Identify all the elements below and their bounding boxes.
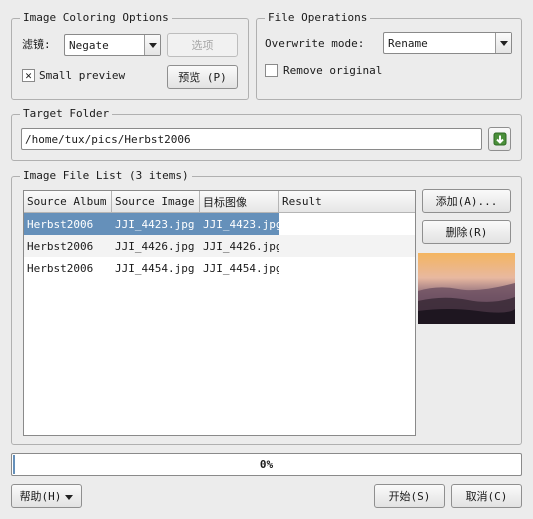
start-button[interactable]: 开始(S) [374,484,445,508]
overwrite-mode-label: Overwrite mode: [265,37,365,50]
add-images-button[interactable]: 添加(A)... [422,189,511,213]
image-file-table[interactable]: Source Album Source Image 目标图像 Result He… [23,190,416,436]
file-operations-title: File Operations [265,11,371,25]
preview-button[interactable]: 预览 (P) [167,65,238,89]
cell-source-album: Herbst2006 [27,217,94,231]
help-button[interactable]: 帮助(H) [11,484,82,508]
cell-result [279,257,415,279]
filter-select-value: Negate [69,38,109,52]
remove-images-button[interactable]: 删除(R) [422,220,511,244]
file-operations-group: File Operations [256,11,522,100]
folder-add-icon [493,132,506,146]
overwrite-mode-select[interactable]: Rename [383,32,512,54]
column-header-source-image[interactable]: Source Image [112,191,200,212]
progress-bar: 0% [11,453,522,476]
small-preview-label[interactable]: Small preview [39,69,125,83]
table-row[interactable]: Herbst2006 JJI_4423.jpg JJI_4423.jpg [24,213,415,235]
filter-label: 滤镜: [22,38,51,51]
cell-source-album: Herbst2006 [27,261,94,275]
help-button-label: 帮助(H) [19,490,62,503]
column-header-result[interactable]: Result [279,191,415,212]
cell-source-image: JJI_4423.jpg [115,217,195,231]
cell-result [279,213,415,235]
target-folder-path-input[interactable]: /home/tux/pics/Herbst2006 [21,128,482,150]
image-file-list-title: Image File List (3 items) [20,169,192,183]
image-thumbnail [418,253,515,324]
check-mark-icon: ✕ [25,69,32,82]
small-preview-checkbox[interactable]: ✕ [22,69,35,82]
table-header: Source Album Source Image 目标图像 Result [24,191,415,213]
landscape-thumbnail-image [418,253,515,324]
table-row[interactable]: Herbst2006 JJI_4426.jpg JJI_4426.jpg [24,235,415,257]
cell-source-image: JJI_4426.jpg [115,239,195,253]
cell-source-image: JJI_4454.jpg [115,261,195,275]
filter-select[interactable]: Negate [64,34,161,56]
chevron-down-icon [495,33,511,53]
cell-source-album: Herbst2006 [27,239,94,253]
browse-folder-button[interactable] [488,127,511,151]
cell-target-image: JJI_4454.jpg [203,261,279,275]
column-header-target-image[interactable]: 目标图像 [200,191,279,212]
chevron-down-icon [144,35,160,55]
image-coloring-options-title: Image Coloring Options [20,11,172,25]
overwrite-mode-value: Rename [388,36,428,50]
chevron-down-icon [65,490,74,503]
target-folder-title: Target Folder [20,107,113,121]
remove-original-checkbox[interactable] [265,64,278,77]
cancel-button[interactable]: 取消(C) [451,484,522,508]
cell-target-image: JJI_4423.jpg [203,217,279,231]
cell-target-image: JJI_4426.jpg [203,239,279,253]
remove-original-label[interactable]: Remove original [283,64,382,78]
column-header-source-album[interactable]: Source Album [24,191,112,212]
options-button[interactable]: 选项 [167,33,238,57]
cell-result [279,235,415,257]
progress-text: 0% [259,458,274,471]
table-row[interactable]: Herbst2006 JJI_4454.jpg JJI_4454.jpg [24,257,415,279]
